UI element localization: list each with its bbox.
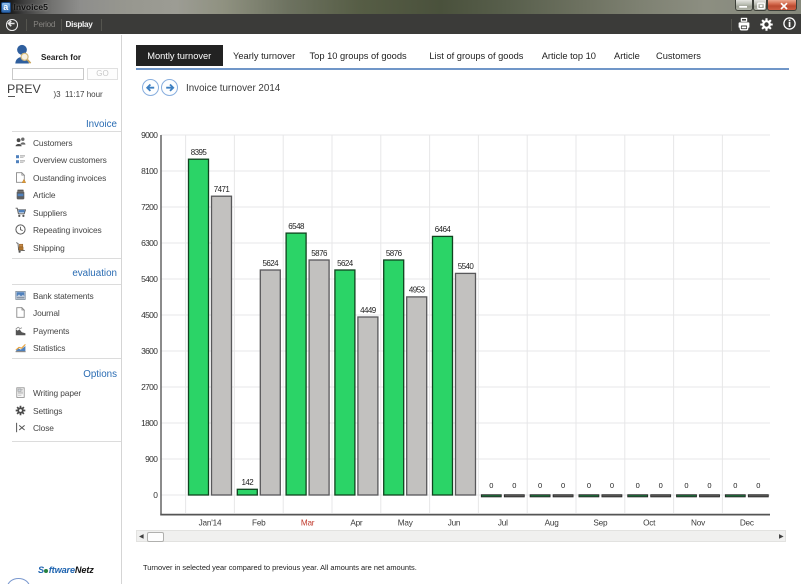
svg-text:4449: 4449 bbox=[360, 306, 377, 315]
svg-text:3600: 3600 bbox=[141, 346, 158, 356]
svg-text:Jun: Jun bbox=[448, 518, 461, 527]
svg-text:5624: 5624 bbox=[262, 259, 279, 268]
svg-text:0: 0 bbox=[153, 490, 158, 500]
svg-text:5400: 5400 bbox=[141, 274, 158, 284]
svg-text:0: 0 bbox=[707, 481, 711, 490]
svg-text:Aug: Aug bbox=[545, 518, 560, 527]
svg-text:0: 0 bbox=[733, 481, 737, 490]
svg-text:0: 0 bbox=[659, 481, 663, 490]
svg-text:8100: 8100 bbox=[141, 166, 158, 176]
svg-text:6464: 6464 bbox=[435, 225, 452, 234]
svg-text:5540: 5540 bbox=[458, 262, 475, 271]
svg-text:1800: 1800 bbox=[141, 418, 158, 428]
svg-text:0: 0 bbox=[561, 481, 565, 490]
svg-text:5624: 5624 bbox=[337, 259, 354, 268]
svg-text:7471: 7471 bbox=[214, 185, 231, 194]
svg-text:0: 0 bbox=[512, 481, 516, 490]
svg-text:May: May bbox=[398, 518, 414, 527]
svg-text:0: 0 bbox=[489, 481, 493, 490]
svg-text:900: 900 bbox=[145, 454, 158, 464]
svg-text:0: 0 bbox=[756, 481, 760, 490]
svg-text:Oct: Oct bbox=[643, 518, 656, 527]
svg-text:2700: 2700 bbox=[141, 382, 158, 392]
svg-text:0: 0 bbox=[636, 481, 640, 490]
svg-text:Mar: Mar bbox=[301, 518, 315, 527]
svg-text:4953: 4953 bbox=[409, 286, 426, 295]
svg-text:Nov: Nov bbox=[691, 518, 706, 527]
svg-text:4500: 4500 bbox=[141, 310, 158, 320]
svg-text:8395: 8395 bbox=[191, 148, 208, 157]
svg-text:Jul: Jul bbox=[498, 518, 508, 527]
svg-text:0: 0 bbox=[684, 481, 688, 490]
svg-text:Apr: Apr bbox=[350, 518, 363, 527]
svg-text:7200: 7200 bbox=[141, 202, 158, 212]
svg-text:Feb: Feb bbox=[252, 518, 266, 527]
svg-text:0: 0 bbox=[587, 481, 591, 490]
svg-text:9000: 9000 bbox=[141, 130, 158, 140]
svg-text:0: 0 bbox=[538, 481, 542, 490]
svg-text:Sep: Sep bbox=[593, 518, 608, 527]
svg-text:0: 0 bbox=[610, 481, 614, 490]
svg-text:142: 142 bbox=[241, 478, 254, 487]
svg-text:5876: 5876 bbox=[386, 249, 403, 258]
svg-text:6548: 6548 bbox=[288, 222, 305, 231]
svg-text:Dec: Dec bbox=[740, 518, 754, 527]
svg-text:6300: 6300 bbox=[141, 238, 158, 248]
svg-text:5876: 5876 bbox=[311, 249, 328, 258]
svg-text:Jan'14: Jan'14 bbox=[199, 518, 222, 527]
